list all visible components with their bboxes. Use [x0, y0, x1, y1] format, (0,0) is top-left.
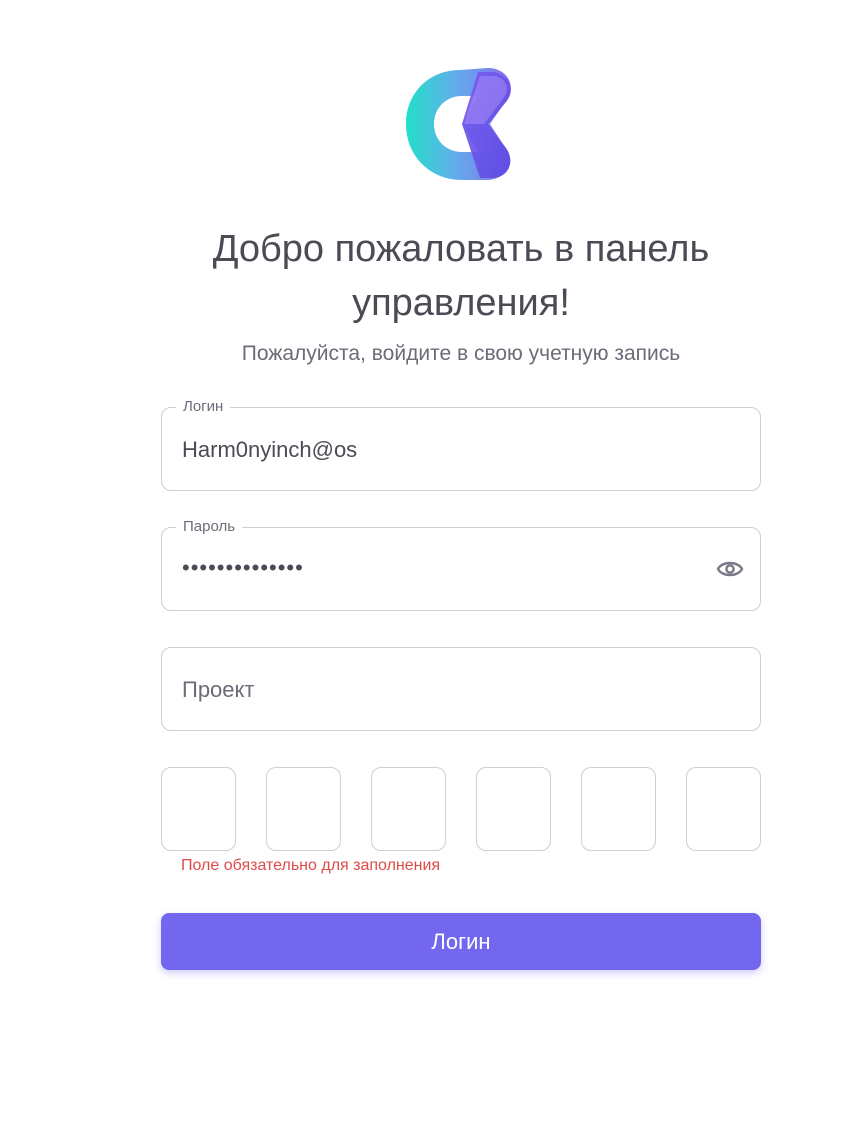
code-input-group [161, 767, 761, 851]
login-button[interactable]: Логин [161, 913, 761, 970]
code-error-message: Поле обязательно для заполнения [181, 857, 441, 874]
code-digit-input-3[interactable] [371, 767, 446, 851]
login-field-label: Логин [176, 397, 231, 417]
password-field-value: •••••••••••••• [182, 555, 304, 580]
project-field[interactable]: Проект [161, 647, 761, 731]
login-page: Добро пожаловать в панель управления! По… [0, 0, 848, 1135]
page-title: Добро пожаловать в панель управления! [212, 228, 710, 324]
code-digit-input-6[interactable] [686, 767, 761, 851]
brand-logo-icon [406, 68, 511, 180]
page-subtitle: Пожалуйста, войдите в свою учетную запис… [241, 342, 681, 365]
project-field-placeholder: Проект [182, 677, 255, 702]
code-digit-input-5[interactable] [581, 767, 656, 851]
password-field[interactable]: Пароль •••••••••••••• [161, 517, 761, 611]
code-digit-input-2[interactable] [266, 767, 341, 851]
eye-icon[interactable] [716, 557, 744, 581]
password-field-label: Пароль [176, 517, 243, 537]
login-field-value: Harm0nyinch@os [182, 437, 358, 462]
login-field[interactable]: Логин Harm0nyinch@os [161, 397, 761, 491]
code-digit-input-1[interactable] [161, 767, 236, 851]
code-digit-input-4[interactable] [476, 767, 551, 851]
